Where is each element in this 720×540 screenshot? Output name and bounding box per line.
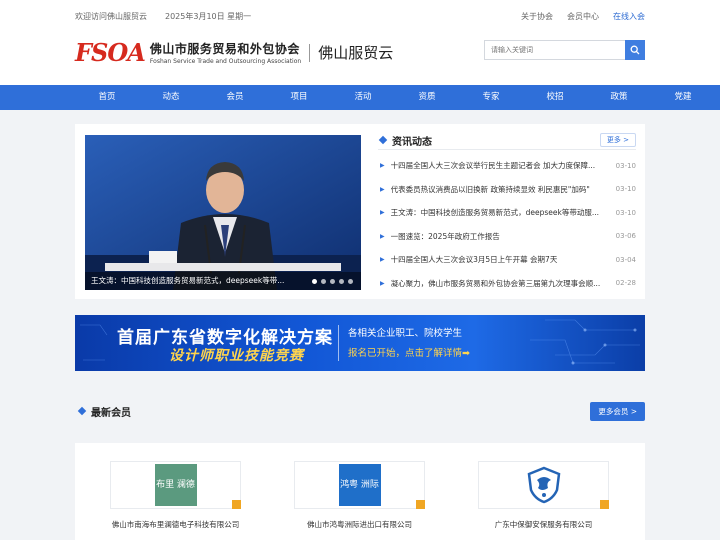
member-logo-frame: [478, 461, 609, 509]
nav-item-home[interactable]: 首页: [75, 85, 139, 110]
news-item-title: 王文涛：中国科技创造服务贸易新范式，deepseek等带动服...: [390, 208, 600, 218]
slider-dot[interactable]: [312, 279, 317, 284]
banner-divider: [338, 325, 339, 361]
current-date: 2025年3月10日 星期一: [165, 11, 252, 21]
nav-item-party[interactable]: 党建: [651, 85, 715, 110]
news-item-title: 十四届全国人大三次会议举行民生主题记者会 加大力度保障...: [390, 161, 596, 171]
news-item-date: 03-10: [615, 208, 636, 217]
logo-divider: [309, 43, 311, 62]
member-name: 广东中保御安保服务有限公司: [494, 520, 593, 529]
corner-badge-icon: [416, 500, 425, 509]
banner-cta: 报名已开始，点击了解详情➡: [348, 348, 470, 359]
news-item-date: 03-06: [615, 232, 636, 241]
main-nav: 首页 动态 会员 项目 活动 资质 专家 校招 政策 党建: [0, 85, 720, 110]
site-logo[interactable]: FSOA 佛山市服务贸易和外包协会 Foshan Service Trade a…: [75, 38, 393, 67]
slide-photo: [85, 135, 361, 290]
top-links: 关于协会 会员中心 在线入会: [521, 11, 645, 22]
member-logo: 鸿粤 洲际: [338, 464, 381, 506]
platform-name: 佛山服贸云: [318, 44, 394, 62]
news-item[interactable]: ▶ 十四届全国人大三次会议3月5日上午开幕 会期7天 03-04: [378, 248, 636, 272]
news-item[interactable]: ▶ 代表委员热议消费品以旧换新 政策持续显效 利民惠民"加码" 03-10: [378, 178, 636, 202]
news-item[interactable]: ▶ 凝心聚力，佛山市服务贸易和外包协会第三届第九次理事会顺... 02-28: [378, 272, 636, 296]
member-logo-frame: 鸿粤 洲际: [294, 461, 425, 509]
news-item-date: 03-10: [615, 185, 636, 194]
news-item-title: 凝心聚力，佛山市服务贸易和外包协会第三届第九次理事会顺...: [390, 278, 601, 288]
members-header: 最新会员 更多会员 >: [75, 401, 645, 421]
top-bar: 欢迎访问佛山服贸云 2025年3月10日 星期一 关于协会 会员中心 在线入会: [0, 0, 720, 32]
news-item[interactable]: ▶ 十四届全国人大三次会议举行民生主题记者会 加大力度保障... 03-10: [378, 154, 636, 178]
welcome-text: 欢迎访问佛山服贸云: [75, 11, 147, 21]
corner-badge-icon: [600, 500, 609, 509]
member-card[interactable]: 鸿粤 洲际 佛山市鸿粤洲际进出口有限公司: [276, 461, 443, 530]
banner-subheadline: 设计师职业技能竞赛: [169, 348, 304, 364]
news-item-date: 02-28: [615, 279, 636, 288]
member-logo: 布里 澜德: [154, 464, 197, 506]
nav-item-campus-recruit[interactable]: 校招: [523, 85, 587, 110]
caret-right-icon: ▶: [380, 185, 385, 193]
search-icon: [630, 45, 640, 55]
banner-audience: 各相关企业职工、院校学生: [348, 328, 463, 339]
join-online-link[interactable]: 在线入会: [613, 11, 645, 22]
slider-dot[interactable]: [321, 279, 326, 284]
nav-item-members[interactable]: 会员: [203, 85, 267, 110]
nav-item-events[interactable]: 活动: [331, 85, 395, 110]
news-item[interactable]: ▶ 一图速览：2025年政府工作报告 03-06: [378, 225, 636, 249]
nav-item-policy[interactable]: 政策: [587, 85, 651, 110]
member-card[interactable]: 广东中保御安保服务有限公司: [460, 461, 627, 530]
search-box: [484, 40, 645, 60]
members-more-button[interactable]: 更多会员 >: [590, 401, 645, 421]
org-name-cn: 佛山市服务贸易和外包协会: [149, 42, 300, 56]
news-item-title: 代表委员热议消费品以旧换新 政策持续显效 利民惠民"加码": [390, 184, 590, 194]
news-slider[interactable]: 王文涛：中国科技创造服务贸易新范式，deepseek等带...: [85, 135, 361, 290]
member-center-link[interactable]: 会员中心: [567, 11, 599, 22]
news-panel: 王文涛：中国科技创造服务贸易新范式，deepseek等带... 资讯动态 更多 …: [75, 124, 645, 299]
caret-right-icon: ▶: [380, 209, 385, 217]
member-name: 佛山市鸿粤洲际进出口有限公司: [307, 520, 412, 529]
competition-banner[interactable]: 首届广东省数字化解决方案 设计师职业技能竞赛 各相关企业职工、院校学生 报名已开…: [75, 315, 645, 371]
search-input[interactable]: [484, 40, 625, 60]
members-list: 布里 澜德 佛山市南海布里澜德电子科技有限公司 鸿粤 洲际 佛山市鸿粤洲际进出口…: [75, 443, 645, 540]
nav-item-projects[interactable]: 项目: [267, 85, 331, 110]
nav-item-qualifications[interactable]: 资质: [395, 85, 459, 110]
news-list-section: 资讯动态 更多 > ▶ 十四届全国人大三次会议举行民生主题记者会 加大力度保障..…: [378, 133, 636, 295]
member-logo-frame: 布里 澜德: [110, 461, 241, 509]
news-item-title: 十四届全国人大三次会议3月5日上午开幕 会期7天: [390, 255, 558, 265]
site-header: FSOA 佛山市服务贸易和外包协会 Foshan Service Trade a…: [0, 32, 720, 85]
news-item[interactable]: ▶ 王文涛：中国科技创造服务贸易新范式，deepseek等带动服... 03-10: [378, 201, 636, 225]
slider-dot[interactable]: [348, 279, 353, 284]
nav-item-experts[interactable]: 专家: [459, 85, 523, 110]
org-name-en: Foshan Service Trade and Outsourcing Ass…: [149, 58, 302, 65]
members-title: 最新会员: [91, 407, 131, 419]
member-name: 佛山市南海布里澜德电子科技有限公司: [111, 520, 240, 529]
nav-item-news[interactable]: 动态: [139, 85, 203, 110]
slider-dot[interactable]: [339, 279, 344, 284]
news-title: 资讯动态: [392, 136, 432, 148]
news-item-date: 03-04: [615, 255, 636, 264]
news-more-button[interactable]: 更多 >: [599, 133, 636, 147]
caret-right-icon: ▶: [380, 232, 385, 240]
news-list: ▶ 十四届全国人大三次会议举行民生主题记者会 加大力度保障... 03-10 ▶ 代表…: [378, 154, 636, 295]
diamond-icon: [77, 406, 87, 416]
caret-right-icon: ▶: [380, 162, 385, 170]
shield-logo-icon: [527, 466, 560, 504]
caret-right-icon: ▶: [380, 256, 385, 264]
member-card[interactable]: 布里 澜德 佛山市南海布里澜德电子科技有限公司: [92, 461, 259, 530]
search-button[interactable]: [625, 40, 645, 60]
corner-badge-icon: [232, 500, 241, 509]
news-item-date: 03-10: [615, 161, 636, 170]
news-item-title: 一图速览：2025年政府工作报告: [390, 231, 500, 241]
news-header: 资讯动态 更多 >: [378, 133, 636, 150]
about-link[interactable]: 关于协会: [521, 11, 553, 22]
slider-dots: [312, 279, 353, 284]
fsoa-logo-mark: FSOA: [75, 38, 146, 67]
slider-dot[interactable]: [330, 279, 335, 284]
diamond-icon: [378, 135, 388, 145]
caret-right-icon: ▶: [380, 279, 385, 287]
